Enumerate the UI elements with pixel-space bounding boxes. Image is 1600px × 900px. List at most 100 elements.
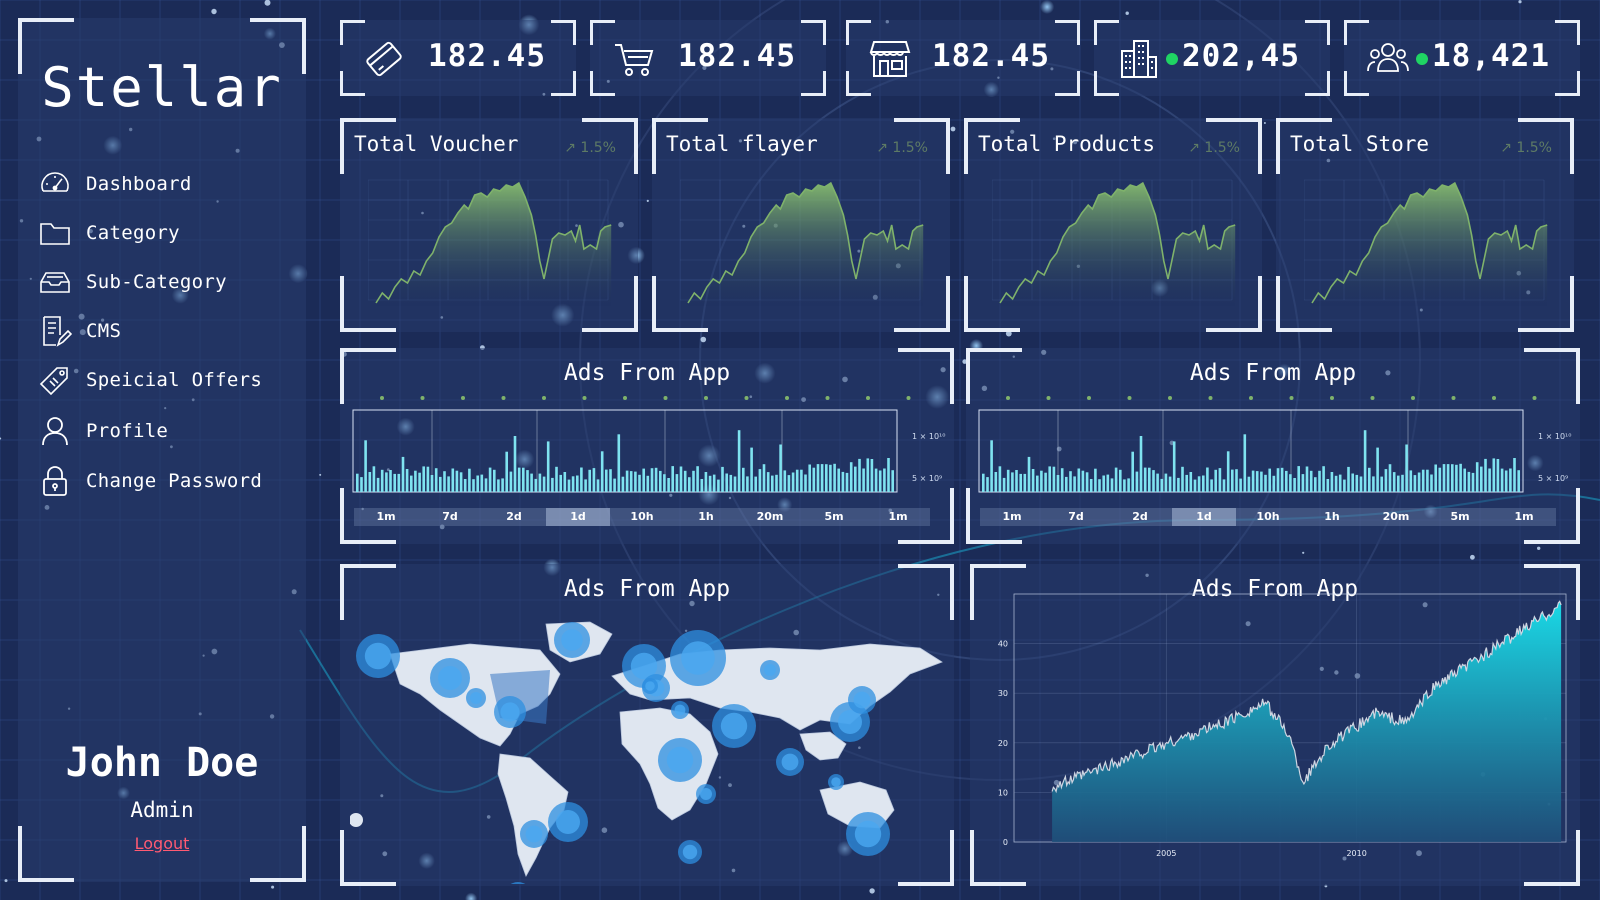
ads-bar (891, 470, 894, 492)
ads-bar (414, 470, 417, 492)
ads-bar (816, 464, 820, 492)
ads-bar (737, 430, 741, 492)
timeframe-option[interactable]: 1m (866, 508, 930, 526)
ads-bar (522, 467, 525, 492)
nav-item-sub-category[interactable]: Sub-Category (38, 264, 308, 300)
ads-bar (1442, 464, 1446, 492)
ads-bar (1517, 470, 1520, 492)
nav-item-dashboard[interactable]: Dashboard (38, 166, 308, 202)
ads-bar (754, 476, 757, 492)
ads-bar (1392, 472, 1396, 492)
ads-bar (1285, 470, 1288, 492)
ads-bar (870, 459, 874, 492)
timeframe-option[interactable]: 1h (1300, 508, 1364, 526)
card-total-flayer: Total flayer ↗ 1.5% (652, 118, 950, 332)
ads-bar (1189, 472, 1193, 492)
timeframe-option[interactable]: 10h (610, 508, 674, 526)
ads-bar (688, 477, 691, 492)
ads-bar (455, 470, 459, 492)
ads-bar (1247, 476, 1251, 492)
user-role: Admin (130, 798, 194, 822)
marker-dot (704, 396, 708, 400)
ads-bar (883, 468, 886, 492)
world-bubble-map (350, 621, 943, 884)
ads-bar (841, 471, 845, 492)
ads-bar (887, 458, 890, 492)
timeframe-option[interactable]: 10h (1236, 508, 1300, 526)
ads-bar (1164, 473, 1168, 492)
ads-bar (1077, 468, 1081, 492)
ads-bar (1388, 464, 1392, 492)
spark-area (376, 183, 612, 306)
timeframe-option[interactable]: 7d (1044, 508, 1108, 526)
nav-item-category[interactable]: Category (38, 215, 308, 251)
ads-bar (488, 467, 492, 492)
star (4, 879, 8, 883)
ads-bar (1098, 479, 1101, 492)
folder-icon (40, 223, 70, 245)
timeframe-option[interactable]: 1m (1492, 508, 1556, 526)
timeframe-option[interactable]: 1d (546, 508, 610, 526)
ads-bar (1214, 469, 1217, 492)
sidebar: Stellar Dashboard Category Sub-Category … (18, 18, 306, 882)
ads-bar (1135, 471, 1139, 492)
ads-bar (1351, 473, 1354, 492)
star (950, 126, 956, 132)
map-bubble-core (681, 641, 715, 675)
star (1537, 546, 1541, 550)
nav-item-cms[interactable]: CMS (38, 313, 308, 349)
nav-item-change-password[interactable]: Change Password (38, 463, 308, 499)
marker-dot (1451, 396, 1456, 400)
marker-dot (582, 396, 587, 400)
ads-bar (1052, 466, 1056, 492)
nav-item-profile[interactable]: Profile (38, 413, 308, 449)
nav-item-special-offers[interactable]: Speicial Offers (38, 362, 308, 398)
ads-bar (663, 474, 666, 492)
y-tick-label: 40 (998, 640, 1008, 649)
map-bubble-core (561, 629, 583, 651)
ads-bar (1405, 444, 1408, 492)
ads-bar-chart (978, 396, 1537, 493)
timeframe-option[interactable]: 20m (1364, 508, 1428, 526)
timeframe-option[interactable]: 1m (354, 508, 418, 526)
ads-bar (1239, 478, 1242, 492)
timeframe-option[interactable]: 5m (802, 508, 866, 526)
card-total-products: Total Products ↗ 1.5% (964, 118, 1262, 332)
map-bubble-core (854, 820, 882, 848)
ads-bar-chart (352, 396, 911, 493)
timeframe-selector: 1m 7d 2d 1d 10h 1h 20m 5m 1m (980, 508, 1556, 526)
marker-dot (785, 396, 789, 400)
nav-label: Dashboard (86, 173, 192, 195)
ads-bar (1467, 471, 1471, 492)
timeframe-option[interactable]: 5m (1428, 508, 1492, 526)
ads-bar (397, 473, 401, 492)
timeframe-option[interactable]: 1m (980, 508, 1044, 526)
ads-bar (422, 466, 425, 492)
marker-dot (1087, 396, 1091, 400)
timeframe-option[interactable]: 1d (1172, 508, 1236, 526)
ads-bar (1222, 479, 1226, 492)
ads-bar (1334, 475, 1338, 492)
ads-bar (1326, 479, 1330, 492)
marker-dot (461, 396, 465, 400)
star (271, 885, 275, 889)
ads-bar (605, 469, 608, 492)
ads-bar (1500, 468, 1504, 492)
logout-link[interactable]: Logout (18, 834, 306, 853)
card-change: ↗ 1.5% (1188, 140, 1240, 156)
marker-dot (1370, 396, 1375, 400)
timeframe-option[interactable]: 7d (418, 508, 482, 526)
ads-bar (596, 479, 600, 492)
ads-bar (717, 479, 720, 492)
timeframe-option[interactable]: 1h (674, 508, 738, 526)
spark-area (1312, 183, 1548, 306)
ads-bar (1069, 471, 1072, 492)
ads-bar (434, 468, 438, 492)
ads-bar (1243, 434, 1247, 492)
card-change-value: 1.5% (1204, 140, 1240, 156)
timeframe-option[interactable]: 2d (482, 508, 546, 526)
timeframe-option[interactable]: 20m (738, 508, 802, 526)
ads-bar (600, 451, 604, 492)
ads-bar (426, 466, 430, 492)
timeframe-option[interactable]: 2d (1108, 508, 1172, 526)
